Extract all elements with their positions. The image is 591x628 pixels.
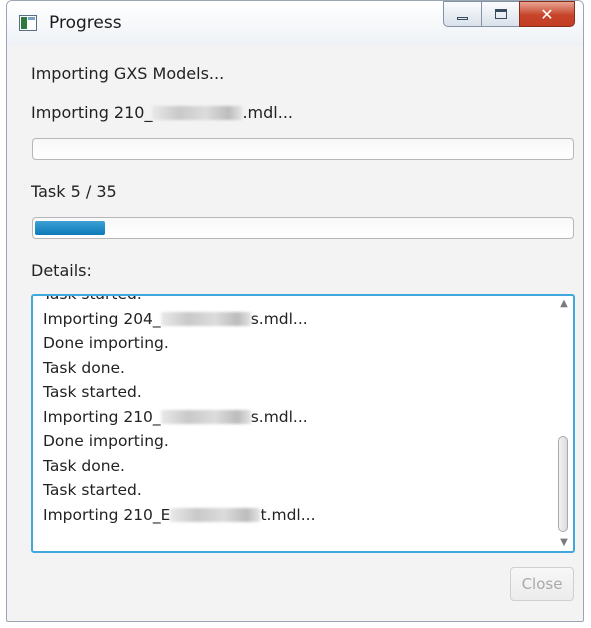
redacted-filename — [160, 311, 251, 326]
log-line: Done importing. — [43, 331, 316, 356]
log-line-text: Task done. — [43, 358, 125, 377]
log-line-text: Importing 204_ — [43, 309, 161, 328]
details-scrollbar[interactable]: ▲ ▼ — [557, 298, 571, 549]
scroll-down-icon[interactable]: ▼ — [557, 537, 571, 549]
close-button[interactable]: Close — [510, 567, 574, 601]
log-line: Task started. — [43, 380, 316, 405]
log-line: Task started. — [43, 294, 316, 307]
log-line-text: Task started. — [43, 294, 142, 303]
import-heading: Importing GXS Models... — [31, 64, 225, 83]
progress-window: Progress ✕ Importing GXS Models... Impor… — [6, 0, 584, 622]
maximize-icon — [494, 9, 507, 19]
app-icon — [19, 15, 37, 31]
task-counter-label: Task 5 / 35 — [31, 182, 117, 201]
minimize-button[interactable] — [443, 1, 481, 27]
redacted-filename — [152, 106, 243, 120]
log-line-text: Importing 210_E — [43, 505, 171, 524]
task-progress-fill — [35, 221, 105, 235]
scroll-thumb[interactable] — [558, 436, 568, 532]
details-label: Details: — [31, 261, 92, 280]
log-line: Done importing. — [43, 429, 316, 454]
log-line-text: Done importing. — [43, 334, 169, 352]
maximize-button[interactable] — [481, 1, 519, 27]
log-line-suffix: s.mdl... — [250, 309, 308, 328]
window-title: Progress — [49, 13, 122, 33]
log-line: Task done. — [43, 454, 316, 479]
current-file-label: Importing 210_ .mdl... — [31, 103, 293, 122]
current-file-prefix: Importing 210_ — [31, 103, 153, 122]
log-line-text: Done importing. — [43, 432, 169, 450]
file-progress-bar — [32, 138, 574, 160]
log-line-text: Task started. — [43, 383, 142, 401]
log-line: Importing 210_E t.mdl... — [43, 503, 316, 528]
details-log-list: Task started. Importing 204_ s.mdl... Done … — [43, 294, 316, 528]
log-line-suffix: s.mdl... — [250, 407, 308, 426]
caption-buttons: ✕ — [443, 1, 575, 27]
close-icon: ✕ — [540, 4, 554, 24]
task-progress-bar — [32, 217, 574, 239]
title-bar[interactable]: Progress ✕ — [7, 1, 583, 45]
log-line: Task started. — [43, 478, 316, 503]
log-line-text: Task started. — [43, 481, 142, 499]
log-line: Importing 210_ s.mdl... — [43, 405, 316, 430]
scroll-up-icon[interactable]: ▲ — [557, 298, 571, 310]
close-window-button[interactable]: ✕ — [519, 1, 575, 27]
log-line-text: Task done. — [43, 456, 125, 475]
minimize-icon — [457, 16, 468, 20]
log-line: Task done. — [43, 356, 316, 381]
log-line-text: Importing 210_ — [43, 407, 161, 426]
current-file-suffix: .mdl... — [242, 103, 293, 122]
log-line: Importing 204_ s.mdl... — [43, 307, 316, 332]
redacted-filename — [160, 409, 251, 424]
redacted-filename — [170, 507, 261, 522]
details-log-textarea[interactable]: Task started. Importing 204_ s.mdl... Done … — [31, 294, 575, 553]
log-line-suffix: t.mdl... — [260, 505, 316, 524]
